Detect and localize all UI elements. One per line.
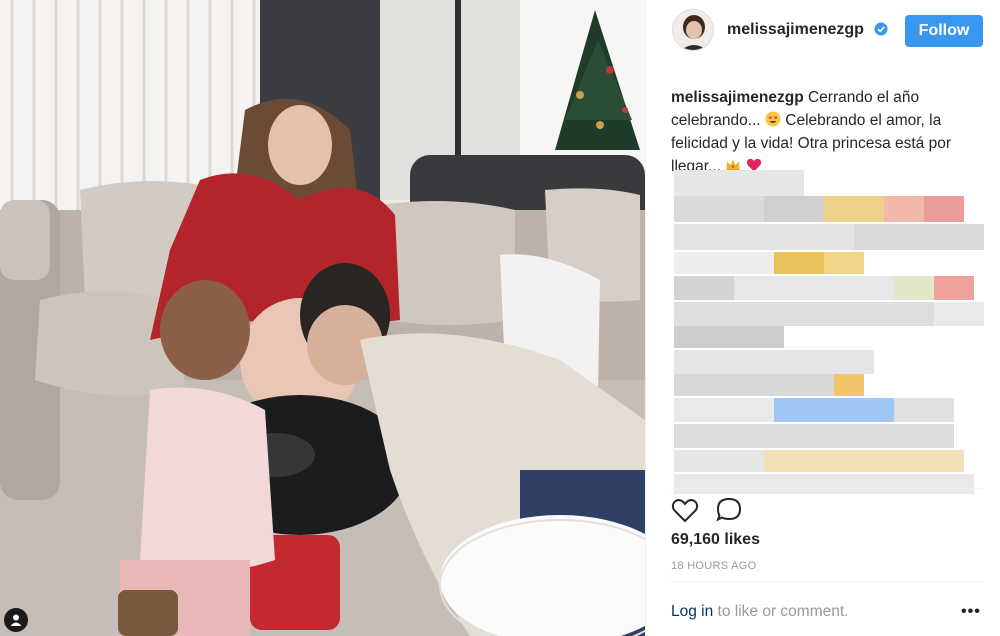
post-username[interactable]: melissajimenezgp — [727, 21, 864, 39]
photo-illustration — [0, 0, 645, 636]
divider — [671, 488, 983, 489]
avatar-image — [673, 10, 713, 50]
login-prompt: Log in to like or comment. — [671, 603, 848, 621]
speech-bubble-icon[interactable] — [715, 497, 743, 523]
post-photo[interactable] — [0, 0, 645, 636]
caption-username[interactable]: melissajimenezgp — [671, 89, 804, 106]
post-side-panel: melissajimenezgp Follow melissajimenezgp… — [645, 0, 1000, 636]
likes-count[interactable]: 69,160 likes — [671, 531, 760, 549]
follow-button[interactable]: Follow — [905, 15, 983, 47]
heart-eyes-emoji — [765, 111, 781, 127]
login-link[interactable]: Log in — [671, 603, 713, 620]
user-tag-badge[interactable] — [4, 608, 28, 632]
action-bar — [671, 497, 871, 525]
blurred-comments — [668, 168, 988, 500]
verified-badge-icon — [874, 22, 888, 36]
person-icon — [10, 614, 22, 626]
more-options-button[interactable]: ••• — [961, 603, 981, 621]
post-header: melissajimenezgp Follow — [646, 0, 1000, 62]
post-caption: melissajimenezgp Cerrando el año celebra… — [671, 86, 989, 178]
divider — [671, 581, 983, 582]
heart-icon[interactable] — [671, 497, 699, 523]
profile-avatar[interactable] — [672, 9, 714, 51]
post-timestamp: 18 HOURS AGO — [671, 560, 757, 572]
login-prompt-text: to like or comment. — [713, 603, 849, 620]
